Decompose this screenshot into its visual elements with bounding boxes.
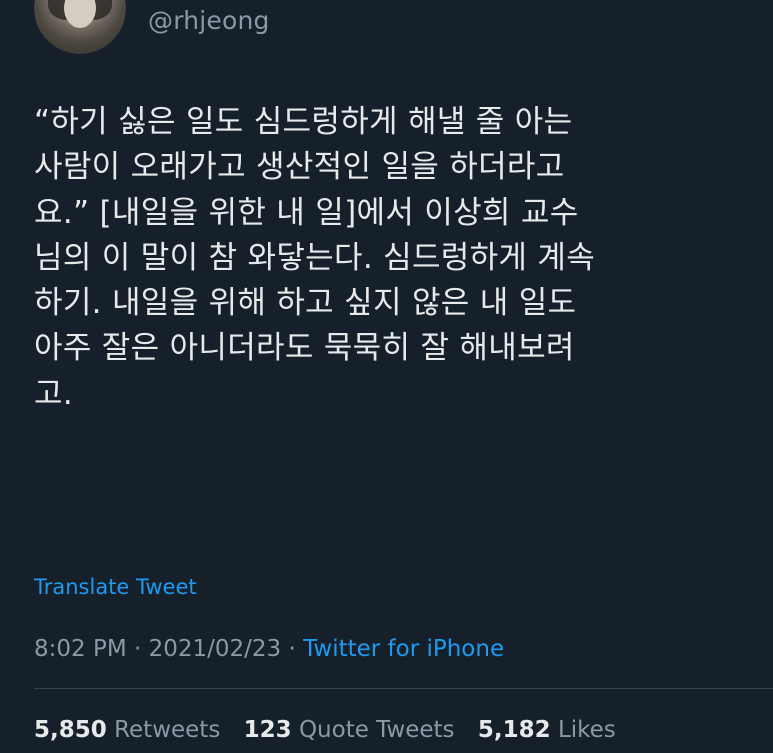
tweet-text-line: 고. <box>34 375 73 412</box>
avatar-face-shape <box>64 0 96 28</box>
tweet-date[interactable]: 2021/02/23 <box>149 636 282 662</box>
retweets-label: Retweets <box>114 717 221 743</box>
retweets-count: 5,850 <box>34 717 107 743</box>
translate-tweet-link[interactable]: Translate Tweet <box>34 575 197 599</box>
tweet-text-line: 님의 이 말이 참 와닿는다. 심드렁하게 계속 <box>34 239 596 276</box>
tweet-text-line: 사람이 오래가고 생산적인 일을 하더라고 <box>34 149 565 186</box>
meta-separator: · <box>134 636 142 662</box>
tweet-text-line: 아주 잘은 아니더라도 묵묵히 잘 해내보려 <box>34 330 575 367</box>
tweet-meta: 8:02 PM · 2021/02/23 · Twitter for iPhon… <box>34 636 504 662</box>
likes-label: Likes <box>557 717 616 743</box>
tweet-text-line: 하기. 내일을 위해 하고 싶지 않은 내 일도 <box>34 285 577 322</box>
tweet-time[interactable]: 8:02 PM <box>34 636 127 662</box>
avatar[interactable] <box>34 0 126 54</box>
tweet-stats: 5,850 Retweets 123 Quote Tweets 5,182 Li… <box>34 717 632 743</box>
tweet-text-line: 요.” [내일을 위한 내 일]에서 이상희 교수 <box>34 194 579 231</box>
tweet-text: “하기 싫은 일도 심드렁하게 해낼 줄 아는 사람이 오래가고 생산적인 일을… <box>34 100 754 417</box>
tweet-text-line: “하기 싫은 일도 심드렁하게 해낼 줄 아는 <box>34 104 573 140</box>
quote-tweets-count: 123 <box>243 717 292 743</box>
author-handle[interactable]: @rhjeong <box>148 6 270 35</box>
tweet-header <box>34 0 126 54</box>
meta-separator: · <box>288 636 296 662</box>
quote-tweets-label: Quote Tweets <box>298 717 455 743</box>
likes-count: 5,182 <box>477 717 551 743</box>
retweets-stat[interactable]: 5,850 Retweets <box>34 717 220 743</box>
likes-stat[interactable]: 5,182 Likes <box>478 717 616 743</box>
tweet-source-link[interactable]: Twitter for iPhone <box>303 636 504 662</box>
divider <box>34 688 773 689</box>
quote-tweets-stat[interactable]: 123 Quote Tweets <box>244 717 455 743</box>
